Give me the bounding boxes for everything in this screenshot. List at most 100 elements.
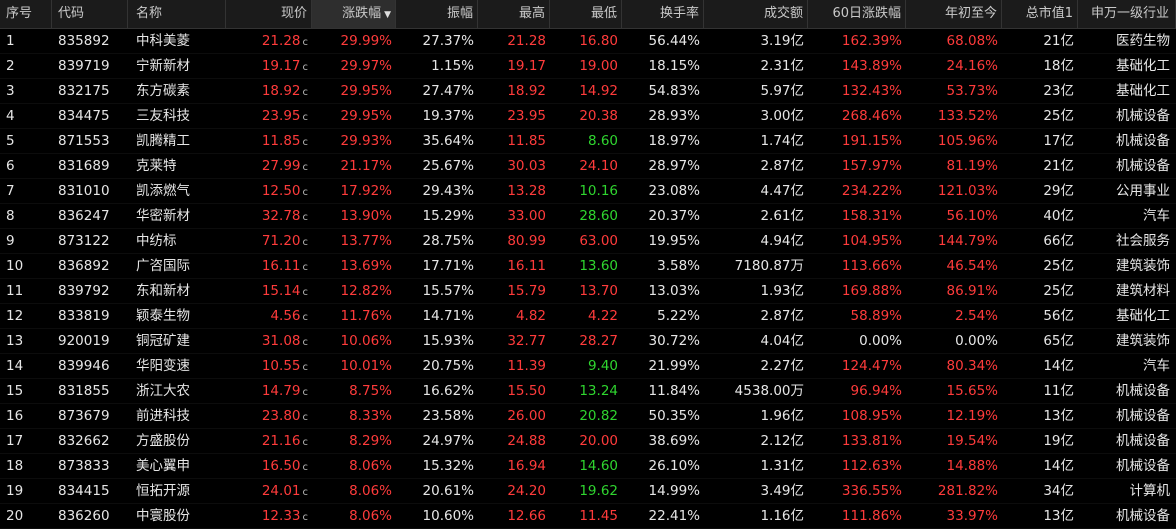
col-header-price[interactable]: 现价: [226, 0, 312, 28]
change-pct: 8.33%: [349, 408, 392, 424]
turnover-rate: 13.03%: [648, 283, 700, 299]
stock-code: 836260: [58, 508, 110, 524]
change-60d: 143.89%: [841, 58, 902, 74]
change-pct: 29.99%: [340, 33, 392, 49]
change-pct: 13.90%: [340, 208, 392, 224]
industry: 建筑装饰: [1116, 258, 1170, 274]
stock-code: 873122: [58, 233, 110, 249]
change-pct: 8.29%: [349, 433, 392, 449]
table-row[interactable]: 15 831855 浙江大农 14.79 c 8.75% 16.62% 15.50…: [0, 379, 1176, 404]
amplitude: 23.58%: [422, 408, 474, 424]
table-row[interactable]: 6 831689 克莱特 27.99 c 21.17% 25.67% 30.03 …: [0, 154, 1176, 179]
table-row[interactable]: 2 839719 宁新新材 19.17 c 29.97% 1.15% 19.17 …: [0, 54, 1176, 79]
amplitude: 27.37%: [422, 33, 474, 49]
col-header-ind[interactable]: 申万一级行业: [1078, 0, 1176, 28]
current-price-value: 21.16: [261, 433, 301, 449]
col-header-ytd[interactable]: 年初至今: [906, 0, 1002, 28]
high-price: 21.28: [507, 33, 546, 49]
low-price: 13.70: [579, 283, 618, 299]
row-idx: 18: [6, 458, 24, 474]
col-header-high[interactable]: 最高: [478, 0, 550, 28]
table-row[interactable]: 14 839946 华阳变速 10.55 c 10.01% 20.75% 11.3…: [0, 354, 1176, 379]
trade-volume: 2.12亿: [760, 433, 804, 449]
table-row[interactable]: 18 873833 美心翼申 16.50 c 8.06% 15.32% 16.94…: [0, 454, 1176, 479]
table-row[interactable]: 17 832662 方盛股份 21.16 c 8.29% 24.97% 24.88…: [0, 429, 1176, 454]
amplitude: 15.93%: [422, 333, 474, 349]
trade-volume: 1.16亿: [760, 508, 804, 524]
row-idx: 8: [6, 208, 15, 224]
col-header-amp[interactable]: 振幅: [396, 0, 478, 28]
change-pct: 29.95%: [340, 83, 392, 99]
col-header-code[interactable]: 代码: [52, 0, 128, 28]
table-row[interactable]: 13 920019 铜冠矿建 31.08 c 10.06% 15.93% 32.7…: [0, 329, 1176, 354]
table-row[interactable]: 10 836892 广咨国际 16.11 c 13.69% 17.71% 16.1…: [0, 254, 1176, 279]
high-price: 11.39: [507, 358, 546, 374]
table-row[interactable]: 1 835892 中科美菱 21.28 c 29.99% 27.37% 21.28…: [0, 29, 1176, 54]
stock-name: 方盛股份: [136, 433, 190, 449]
turnover-rate: 26.10%: [648, 458, 700, 474]
stock-code: 835892: [58, 33, 110, 49]
industry: 汽车: [1143, 358, 1170, 374]
row-idx: 20: [6, 508, 24, 524]
high-price: 32.77: [507, 333, 546, 349]
row-idx: 17: [6, 433, 24, 449]
table-row[interactable]: 19 834415 恒拓开源 24.01 c 8.06% 20.61% 24.20…: [0, 479, 1176, 504]
low-price: 13.24: [579, 383, 618, 399]
industry: 机械设备: [1116, 158, 1170, 174]
sort-desc-icon: ▼: [384, 10, 391, 20]
change-pct: 29.95%: [340, 108, 392, 124]
change-ytd: 68.08%: [946, 33, 998, 49]
current-price-value: 32.78: [261, 208, 301, 224]
row-idx: 14: [6, 358, 24, 374]
current-price-value: 14.79: [261, 383, 301, 399]
stock-name: 中纺标: [136, 233, 177, 249]
industry: 汽车: [1143, 208, 1170, 224]
col-header-pct-label: 涨跌幅: [342, 6, 382, 21]
low-price: 10.16: [579, 183, 618, 199]
col-header-idx[interactable]: 序号: [0, 0, 52, 28]
turnover-rate: 38.69%: [648, 433, 700, 449]
table-row[interactable]: 3 832175 东方碳素 18.92 c 29.95% 27.47% 18.92…: [0, 79, 1176, 104]
table-row[interactable]: 16 873679 前进科技 23.80 c 8.33% 23.58% 26.00…: [0, 404, 1176, 429]
high-price: 13.28: [507, 183, 546, 199]
stock-table: 序号 代码 名称 现价 涨跌幅 ▼ 振幅 最高 最低 换手率 成交额 60日涨跌幅…: [0, 0, 1176, 529]
col-header-name[interactable]: 名称: [128, 0, 226, 28]
change-ytd: 15.65%: [946, 383, 998, 399]
low-price: 63.00: [579, 233, 618, 249]
col-header-pct[interactable]: 涨跌幅 ▼: [312, 0, 396, 28]
amplitude: 27.47%: [422, 83, 474, 99]
market-cap: 23亿: [1043, 83, 1074, 99]
change-pct: 12.82%: [340, 283, 392, 299]
low-price: 8.60: [587, 133, 618, 149]
change-60d: 133.81%: [841, 433, 902, 449]
price-tag: c: [302, 87, 309, 98]
current-price: 19.17 c: [226, 54, 312, 78]
current-price: 12.50 c: [226, 179, 312, 203]
amplitude: 14.71%: [422, 308, 474, 324]
industry: 医药生物: [1116, 33, 1170, 49]
col-header-cap[interactable]: 总市值1: [1002, 0, 1078, 28]
current-price-value: 71.20: [261, 233, 301, 249]
current-price-value: 10.55: [261, 358, 301, 374]
col-header-turn[interactable]: 换手率: [622, 0, 704, 28]
table-row[interactable]: 8 836247 华密新材 32.78 c 13.90% 15.29% 33.00…: [0, 204, 1176, 229]
table-row[interactable]: 20 836260 中寰股份 12.33 c 8.06% 10.60% 12.66…: [0, 504, 1176, 529]
trade-volume: 2.61亿: [760, 208, 804, 224]
market-cap: 25亿: [1043, 108, 1074, 124]
col-header-vol[interactable]: 成交额: [704, 0, 808, 28]
table-row[interactable]: 11 839792 东和新材 15.14 c 12.82% 15.57% 15.7…: [0, 279, 1176, 304]
table-row[interactable]: 12 833819 颖泰生物 4.56 c 11.76% 14.71% 4.82 …: [0, 304, 1176, 329]
change-ytd: 2.54%: [955, 308, 998, 324]
turnover-rate: 28.93%: [648, 108, 700, 124]
table-row[interactable]: 9 873122 中纺标 71.20 c 13.77% 28.75% 80.99 …: [0, 229, 1176, 254]
table-row[interactable]: 7 831010 凯添燃气 12.50 c 17.92% 29.43% 13.28…: [0, 179, 1176, 204]
stock-name: 中科美菱: [136, 33, 190, 49]
current-price: 10.55 c: [226, 354, 312, 378]
industry: 机械设备: [1116, 133, 1170, 149]
row-idx: 5: [6, 133, 15, 149]
col-header-d60[interactable]: 60日涨跌幅: [808, 0, 906, 28]
col-header-low[interactable]: 最低: [550, 0, 622, 28]
stock-name: 凯添燃气: [136, 183, 190, 199]
table-row[interactable]: 5 871553 凯腾精工 11.85 c 29.93% 35.64% 11.85…: [0, 129, 1176, 154]
table-row[interactable]: 4 834475 三友科技 23.95 c 29.95% 19.37% 23.95…: [0, 104, 1176, 129]
